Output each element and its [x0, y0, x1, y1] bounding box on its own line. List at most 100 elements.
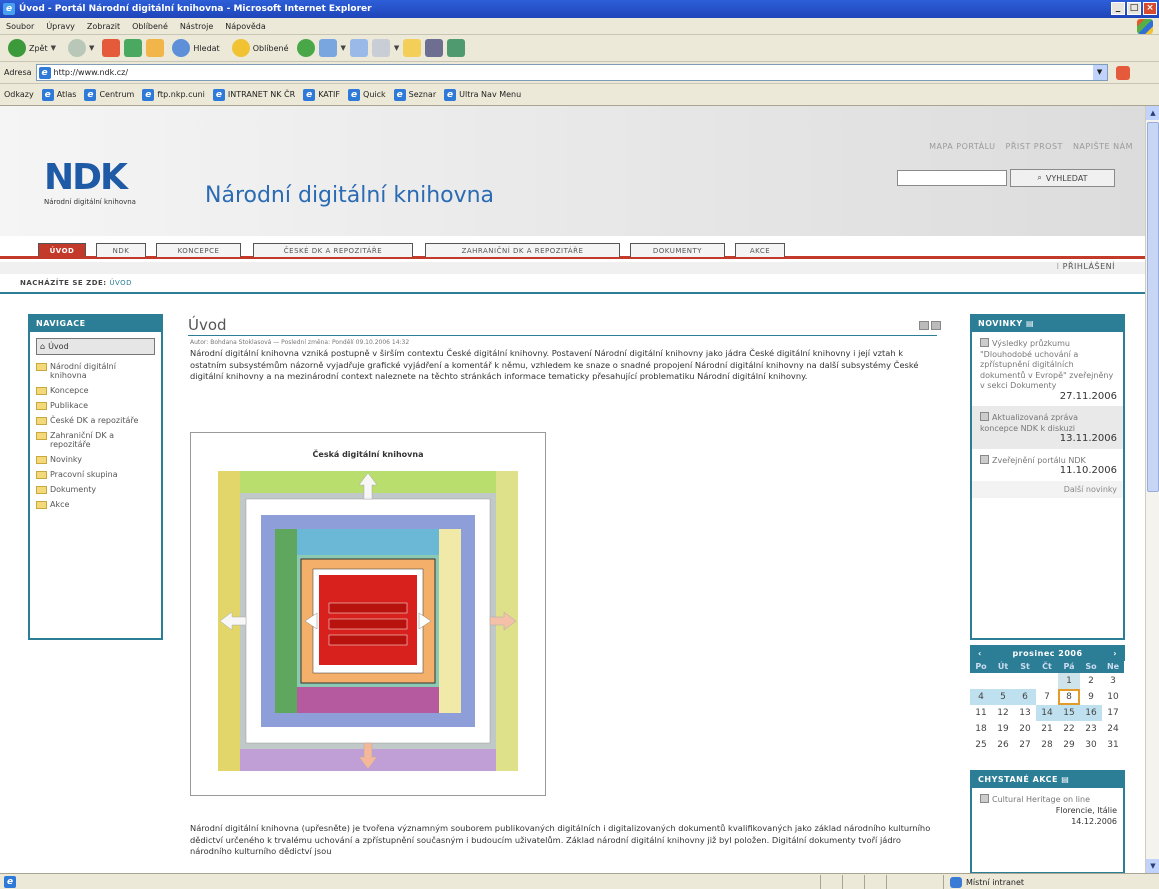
- calendar-day[interactable]: 12: [992, 705, 1014, 721]
- nav-item-pracovni-skupina[interactable]: Pracovní skupina: [30, 467, 161, 482]
- nav-item-zahranicni-dk[interactable]: Zahraniční DK a repozitáře: [30, 428, 161, 452]
- maximize-button[interactable]: □: [1127, 2, 1141, 15]
- chevron-down-icon[interactable]: ▼: [394, 44, 399, 52]
- menu-upravy[interactable]: Úpravy: [46, 22, 75, 31]
- access-link[interactable]: PŘIST PROST: [1006, 142, 1063, 151]
- nav-item-dokumenty[interactable]: Dokumenty: [30, 482, 161, 497]
- ndk-logo[interactable]: NDK Národní digitální knihovna: [44, 160, 184, 218]
- nav-item-ndk[interactable]: Národní digitální knihovna: [30, 359, 161, 383]
- breadcrumb-current[interactable]: ÚVOD: [109, 279, 132, 287]
- menu-nastroje[interactable]: Nástroje: [180, 22, 213, 31]
- sitemap-link[interactable]: MAPA PORTÁLU: [929, 142, 995, 151]
- address-input[interactable]: e http://www.ndk.cz/ ▼: [35, 64, 1108, 81]
- mail-icon[interactable]: [318, 39, 337, 57]
- calendar-day[interactable]: 17: [1102, 705, 1124, 721]
- print-icon[interactable]: [349, 39, 368, 57]
- calendar-day[interactable]: 20: [1014, 721, 1036, 737]
- chevron-down-icon[interactable]: ▼: [1092, 65, 1107, 80]
- link-centrum[interactable]: e Centrum: [84, 88, 134, 101]
- calendar-day[interactable]: 7: [1036, 689, 1058, 705]
- calendar-day[interactable]: 2: [1080, 673, 1102, 689]
- nav-item-publikace[interactable]: Publikace: [30, 398, 161, 413]
- calendar-day[interactable]: 18: [970, 721, 992, 737]
- tab-ceske-dk[interactable]: ČESKÉ DK A REPOZITÁŘE: [253, 243, 413, 257]
- contact-link[interactable]: NAPIŠTE NÁM: [1073, 142, 1133, 151]
- calendar-day[interactable]: 22: [1058, 721, 1080, 737]
- nav-item-uvod[interactable]: ⌂ Úvod: [36, 338, 155, 355]
- calendar-day-today[interactable]: 8: [1058, 689, 1080, 705]
- tab-akce[interactable]: AKCE: [735, 243, 785, 257]
- calendar-day[interactable]: 4: [970, 689, 992, 705]
- calendar-day[interactable]: 29: [1058, 737, 1080, 753]
- history-icon[interactable]: [296, 39, 315, 57]
- calendar-day[interactable]: 30: [1080, 737, 1102, 753]
- calendar-day[interactable]: 16: [1080, 705, 1102, 721]
- calendar-day[interactable]: 23: [1080, 721, 1102, 737]
- calendar-next-button[interactable]: ›: [1113, 649, 1117, 658]
- link-ultra-nav[interactable]: e Ultra Nav Menu: [444, 88, 521, 101]
- rss-icon[interactable]: ▤: [1061, 775, 1069, 784]
- news-item[interactable]: Aktualizovaná zpráva koncepce NDK k disk…: [972, 406, 1123, 449]
- link-ftp[interactable]: e ftp.nkp.cuni: [142, 88, 205, 101]
- stop-icon[interactable]: [102, 39, 121, 57]
- calendar-day[interactable]: 11: [970, 705, 992, 721]
- calendar-day[interactable]: 28: [1036, 737, 1058, 753]
- scroll-up-icon[interactable]: ▲: [1146, 106, 1159, 120]
- send-icon[interactable]: [919, 321, 929, 330]
- link-atlas[interactable]: e Atlas: [41, 88, 76, 101]
- calendar-day[interactable]: 27: [1014, 737, 1036, 753]
- calendar-day[interactable]: 3: [1102, 673, 1124, 689]
- menu-oblibene[interactable]: Oblíbené: [132, 22, 168, 31]
- go-button[interactable]: [1112, 64, 1134, 81]
- nav-item-koncepce[interactable]: Koncepce: [30, 383, 161, 398]
- menu-zobrazit[interactable]: Zobrazit: [87, 22, 120, 31]
- link-seznar[interactable]: e Seznar: [393, 88, 436, 101]
- scroll-down-icon[interactable]: ▼: [1146, 859, 1159, 873]
- tab-ndk[interactable]: NDK: [96, 243, 146, 257]
- login-link[interactable]: ⁝ PŘIHLÁŠENÍ: [1057, 262, 1115, 271]
- forward-button[interactable]: ▼: [64, 37, 98, 59]
- home-icon[interactable]: [146, 39, 165, 57]
- calendar-prev-button[interactable]: ‹: [978, 649, 982, 658]
- back-button[interactable]: Zpět ▼: [4, 37, 60, 59]
- vertical-scrollbar[interactable]: ▲ ▼: [1145, 106, 1159, 873]
- news-item[interactable]: Výsledky průzkumu "Dlouhodobé uchování a…: [972, 332, 1123, 406]
- link-intranet[interactable]: e INTRANET NK ČR: [212, 88, 295, 101]
- calendar-day[interactable]: 19: [992, 721, 1014, 737]
- tab-koncepce[interactable]: KONCEPCE: [156, 243, 241, 257]
- calendar-day[interactable]: 1: [1058, 673, 1080, 689]
- calendar-day[interactable]: 31: [1102, 737, 1124, 753]
- refresh-icon[interactable]: [124, 39, 143, 57]
- menu-napoveda[interactable]: Nápověda: [225, 22, 266, 31]
- messenger-icon[interactable]: [447, 39, 466, 57]
- print-icon[interactable]: [931, 321, 941, 330]
- scroll-thumb[interactable]: [1147, 122, 1159, 492]
- event-item[interactable]: Cultural Heritage on line Florencie, Itá…: [972, 788, 1123, 827]
- nav-item-novinky[interactable]: Novinky: [30, 452, 161, 467]
- calendar-day[interactable]: 6: [1014, 689, 1036, 705]
- site-search-input[interactable]: [897, 170, 1007, 186]
- site-search-button[interactable]: ⌕ VYHLEDAT: [1010, 169, 1115, 187]
- nav-item-ceske-dk[interactable]: České DK a repozitáře: [30, 413, 161, 428]
- calendar-day[interactable]: 25: [970, 737, 992, 753]
- edit-icon[interactable]: [371, 39, 390, 57]
- menu-soubor[interactable]: Soubor: [6, 22, 34, 31]
- folder-icon[interactable]: [403, 39, 422, 57]
- tab-uvod[interactable]: ÚVOD: [38, 243, 86, 257]
- nav-item-akce[interactable]: Akce: [30, 497, 161, 512]
- research-icon[interactable]: [425, 39, 444, 57]
- favorites-button[interactable]: Oblíbené: [228, 37, 293, 59]
- calendar-day[interactable]: 24: [1102, 721, 1124, 737]
- link-katif[interactable]: e KATIF: [303, 88, 340, 101]
- search-button[interactable]: Hledat: [168, 37, 223, 59]
- calendar-day[interactable]: 26: [992, 737, 1014, 753]
- calendar-day[interactable]: 9: [1080, 689, 1102, 705]
- close-button[interactable]: ×: [1143, 2, 1157, 15]
- calendar-day[interactable]: 10: [1102, 689, 1124, 705]
- rss-icon[interactable]: ▤: [1026, 319, 1034, 328]
- calendar-day[interactable]: 13: [1014, 705, 1036, 721]
- news-item[interactable]: Zveřejnění portálu NDK 11.10.2006: [972, 449, 1123, 481]
- calendar-day[interactable]: 14: [1036, 705, 1058, 721]
- more-news-link[interactable]: Další novinky: [972, 480, 1123, 498]
- minimize-button[interactable]: _: [1111, 2, 1125, 15]
